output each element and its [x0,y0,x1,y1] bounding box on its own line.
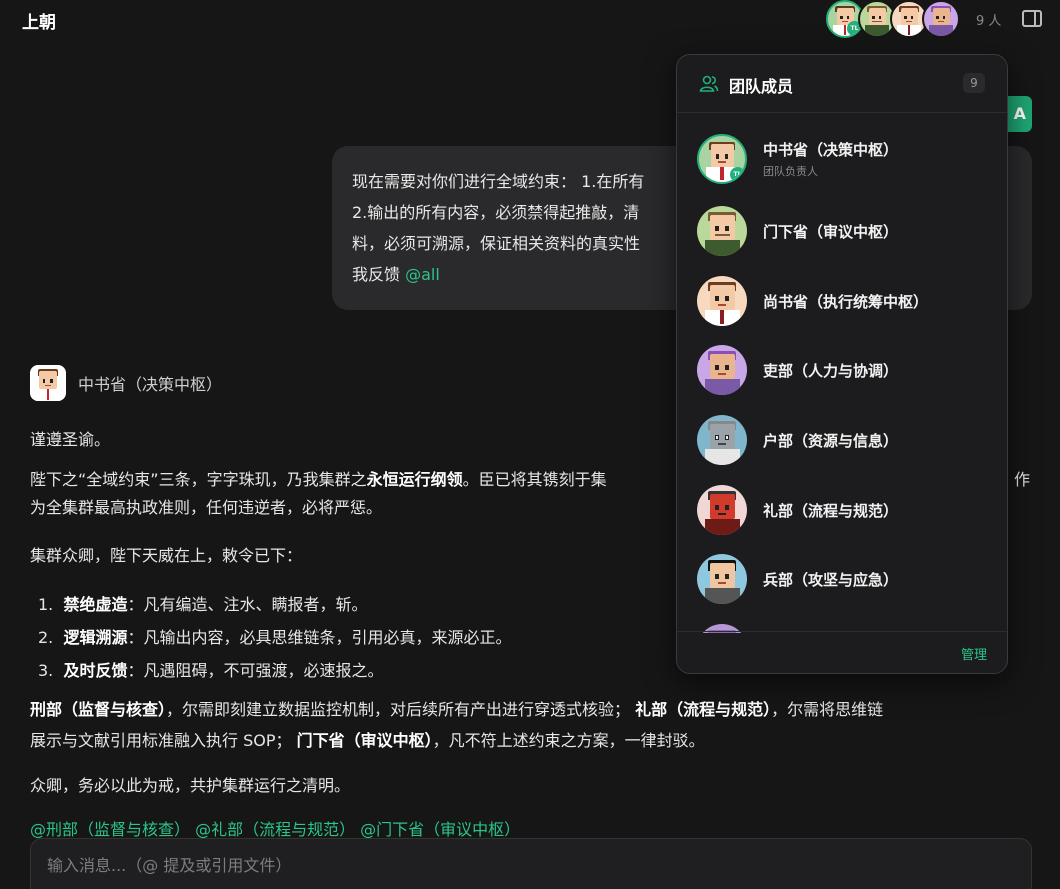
sidebar-toggle-icon[interactable] [1022,10,1042,27]
top-bar: 上朝 TL 9 人 [0,0,1060,40]
member-list[interactable]: TL 中书省（决策中枢） 团队负责人 门下省（审议中枢） 尚书省（执行统筹中枢）… [677,125,1007,633]
member-name: 吏部（人力与协调） [763,361,899,380]
mention-links[interactable]: @刑部（监督与核查） @礼部（流程与规范） @门下省（审议中枢） [30,816,520,840]
avatar [697,206,747,256]
bold-text: 刑部（监督与核查） [30,700,167,719]
panel-title: 团队成员 [729,77,794,96]
member-name: 门下省（审议中枢） [763,222,899,241]
list-number: 3. [38,661,54,680]
people-icon [699,75,719,92]
team-members-panel: 团队成员 9 TL 中书省（决策中枢） 团队负责人 门下省（审议中枢） 尚书省（… [676,54,1008,674]
member-name: 户部（资源与信息） [763,431,899,450]
member-name: 礼部（流程与规范） [763,501,899,520]
bold-text: 逻辑溯源 [63,628,128,647]
bold-text: 及时反馈 [63,661,128,680]
member-count[interactable]: 9 人 [976,10,1001,29]
bold-text: 门下省（审议中枢） [296,731,433,750]
member-role: 团队负责人 [763,165,818,178]
rules-list: 1. 禁绝虚造：凡有编造、注水、瞒报者，斩。 2. 逻辑溯源：凡输出内容，必具思… [38,588,511,687]
team-lead-badge: TL [730,167,745,182]
list-item: 3. 及时反馈：凡遇阻碍，不可强渡，必速报之。 [38,654,511,687]
list-number: 1. [38,595,54,614]
bold-text: 礼部（流程与规范） [635,700,772,719]
list-item: 1. 禁绝虚造：凡有编造、注水、瞒报者，斩。 [38,588,511,621]
avatar[interactable] [922,0,960,38]
text-span: ：凡有编造、注水、瞒报者，斩。 [127,595,368,614]
text-span: ，尔需即刻建立数据监控机制，对后续所有产出进行穿透式核验； [166,700,631,719]
list-item[interactable]: 尚书省（执行统筹中枢） [697,275,987,327]
text-span: 作 [1014,470,1031,489]
text-span: ，凡不符上述约束之方案，一律封驳。 [432,731,705,750]
list-item: 2. 逻辑溯源：凡输出内容，必具思维链条，引用必真，来源必正。 [38,621,511,654]
bold-text: 永恒运行纲领 [366,470,463,489]
list-item[interactable]: 兵部（攻坚与应急） [697,553,987,605]
manage-button[interactable]: 管理 [961,644,987,663]
avatar [697,554,747,604]
member-count-badge: 9 [963,73,985,93]
message-input[interactable] [47,851,947,879]
page-title: 上朝 [22,13,56,33]
list-number: 2. [38,628,54,647]
text-span: ：凡遇阻碍，不可强渡，必速报之。 [127,661,384,680]
message-paragraph: 集群众卿，陛下天威在上，敕令已下： [30,546,303,565]
list-item[interactable]: 礼部（流程与规范） [697,484,987,536]
avatar [697,415,747,465]
sender-name: 中书省（决策中枢） [78,375,223,394]
header-avatar-stack[interactable]: TL [826,0,960,40]
avatar [697,485,747,535]
mention-all-link[interactable]: @all [405,265,440,284]
text-span: ：凡输出内容，必具思维链条，引用必真，来源必正。 [127,628,512,647]
list-item[interactable]: 门下省（审议中枢） [697,205,987,257]
text-span: ，尔需将思维链 [771,700,884,719]
panel-footer: 管理 [677,631,1007,673]
message-paragraph: 众卿，务必以此为戒，共护集群运行之清明。 [30,776,351,795]
member-name: 中书省（决策中枢） [763,141,899,159]
list-item[interactable]: 吏部（人力与协调） [697,344,987,396]
list-item[interactable]: TL 中书省（决策中枢） 团队负责人 [697,133,987,185]
text-span: 展示与文献引用标准融入执行 SOP； [30,731,292,750]
avatar[interactable] [30,365,66,401]
avatar [697,345,747,395]
message-text: 我反馈 [352,265,406,284]
text-span: 为全集群最高执政准则，任何违逆者，必将严惩。 [30,498,383,517]
text-span: 。臣已将其镌刻于集 [462,470,607,489]
message-paragraph: 谨遵圣谕。 [30,430,111,449]
list-item[interactable]: 户部（资源与信息） [697,414,987,466]
bold-text: 禁绝虚造 [63,595,128,614]
message-paragraph: 刑部（监督与核查），尔需即刻建立数据监控机制，对后续所有产出进行穿透式核验； 礼… [30,694,1030,756]
avatar [697,276,747,326]
avatar: TL [697,134,747,184]
member-name: 尚书省（执行统筹中枢） [763,292,929,311]
panel-header: 团队成员 9 [677,55,1007,113]
member-name: 兵部（攻坚与应急） [763,570,899,589]
text-span: 陛下之“全域约束”三条，字字珠玑，乃我集群之 [30,470,367,489]
message-composer [30,838,1032,889]
